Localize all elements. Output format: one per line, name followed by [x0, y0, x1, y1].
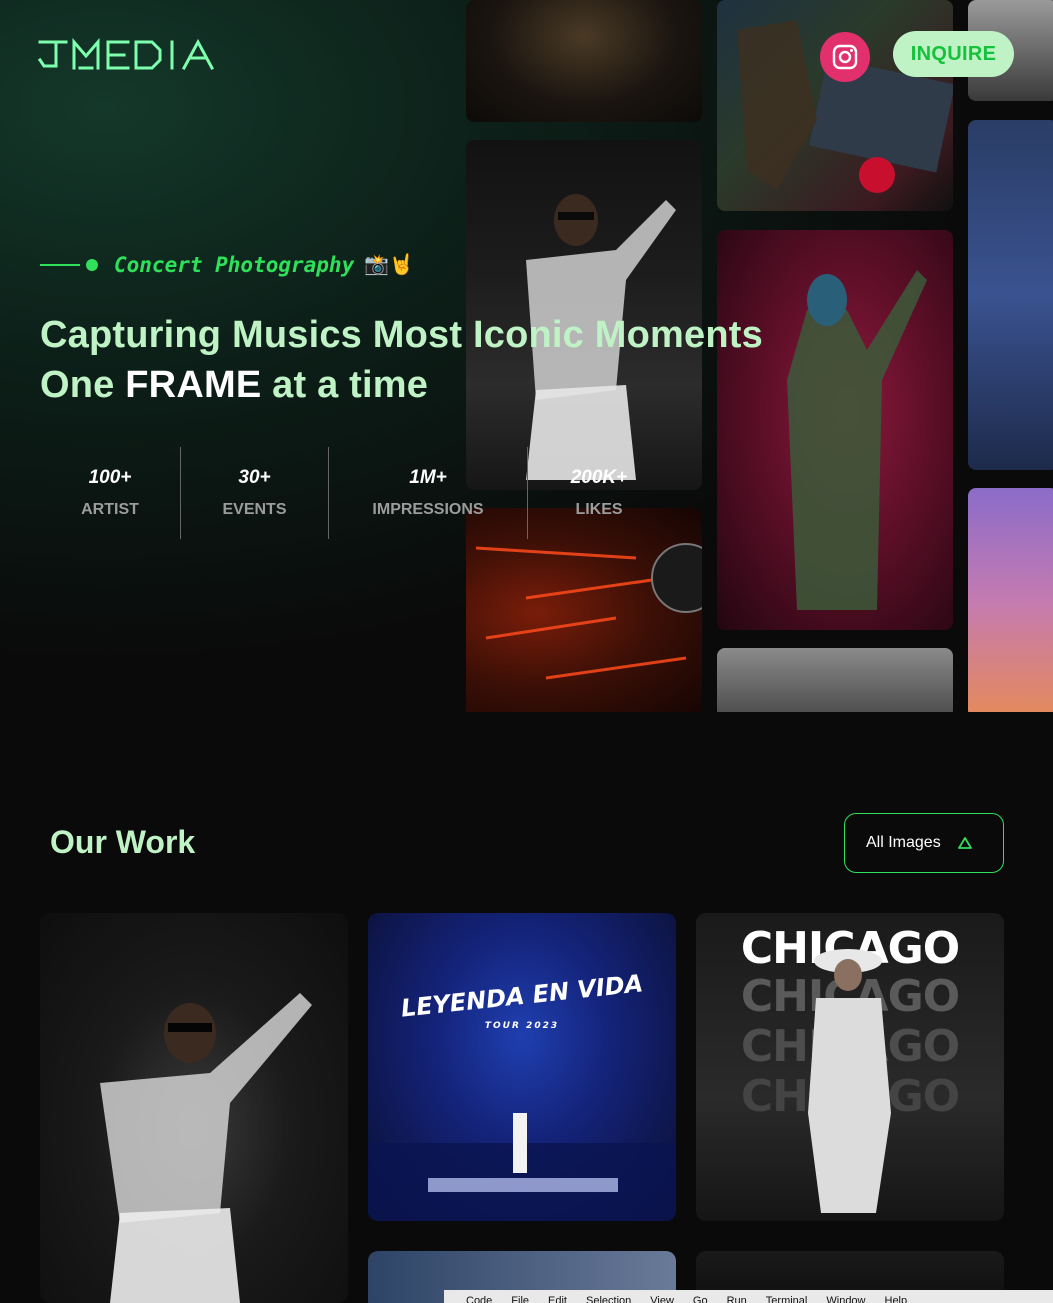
menubar-item[interactable]: Edit	[548, 1290, 567, 1303]
stat-artist: 100+ ARTIST	[40, 447, 181, 539]
stat-label: EVENTS	[222, 501, 287, 518]
our-work-title: Our Work	[50, 824, 196, 860]
chevron-icon	[957, 837, 972, 849]
collage-photo[interactable]	[968, 120, 1053, 470]
collage-photo[interactable]	[717, 648, 953, 712]
brand-logo[interactable]	[38, 38, 228, 72]
work-card[interactable]	[40, 913, 348, 1303]
hero-headline: Capturing Musics Most Iconic Moments One…	[40, 310, 763, 410]
instagram-icon	[832, 44, 858, 70]
menubar-item[interactable]: Run	[727, 1290, 747, 1303]
stat-value: 200K+	[570, 467, 628, 488]
stat-impressions: 1M+ IMPRESSIONS	[329, 447, 528, 539]
image-filter-dropdown[interactable]: All Images	[844, 813, 1004, 873]
menubar-item[interactable]: File	[511, 1290, 529, 1303]
stat-value: 30+	[238, 467, 271, 488]
work-card[interactable]: LEYENDA EN VIDA TOUR 2023	[368, 913, 676, 1221]
menubar-item[interactable]: Terminal	[766, 1290, 808, 1303]
headline-highlight: FRAME	[125, 364, 262, 406]
headline-line-1: Capturing Musics Most Iconic Moments	[40, 314, 763, 356]
tagline-text: Concert Photography	[114, 252, 355, 277]
stat-value: 100+	[88, 467, 132, 488]
filter-label: All Images	[866, 834, 941, 851]
collage-photo[interactable]	[968, 488, 1053, 712]
menubar-item[interactable]: Window	[826, 1290, 865, 1303]
headline-part: at a time	[261, 364, 429, 406]
stat-label: LIKES	[575, 501, 623, 518]
stat-value: 1M+	[409, 467, 447, 488]
tagline-emoji: 📸🤘	[364, 254, 415, 276]
page: INQUIRE Concert Photography 📸🤘 Capturing…	[0, 0, 1053, 1303]
collage-photo[interactable]	[466, 0, 702, 122]
menubar-item[interactable]: Selection	[586, 1290, 631, 1303]
collage-photo[interactable]	[717, 230, 953, 630]
menubar-item[interactable]: Go	[693, 1290, 708, 1303]
inquire-button[interactable]: INQUIRE	[893, 31, 1014, 77]
os-menubar: Code File Edit Selection View Go Run Ter…	[444, 1290, 1053, 1303]
headline-part: One	[40, 364, 126, 406]
instagram-button[interactable]	[820, 32, 870, 82]
hero-tagline: Concert Photography 📸🤘	[40, 252, 414, 277]
tagline-dot	[86, 258, 98, 271]
stats-row: 100+ ARTIST 30+ EVENTS 1M+ IMPRESSIONS 2…	[40, 447, 670, 539]
work-card[interactable]: CHICAGO CHICAGO CHICAGO CHICAGO	[696, 913, 1004, 1221]
hero-section: INQUIRE Concert Photography 📸🤘 Capturing…	[0, 0, 1053, 712]
stat-label: ARTIST	[81, 501, 139, 518]
tagline-line	[40, 263, 80, 266]
stat-likes: 200K+ LIKES	[528, 447, 670, 539]
menubar-item[interactable]: Help	[885, 1290, 908, 1303]
menubar-item[interactable]: View	[650, 1290, 674, 1303]
stat-label: IMPRESSIONS	[372, 501, 484, 518]
menubar-item[interactable]: Code	[466, 1290, 492, 1303]
stat-events: 30+ EVENTS	[181, 447, 329, 539]
